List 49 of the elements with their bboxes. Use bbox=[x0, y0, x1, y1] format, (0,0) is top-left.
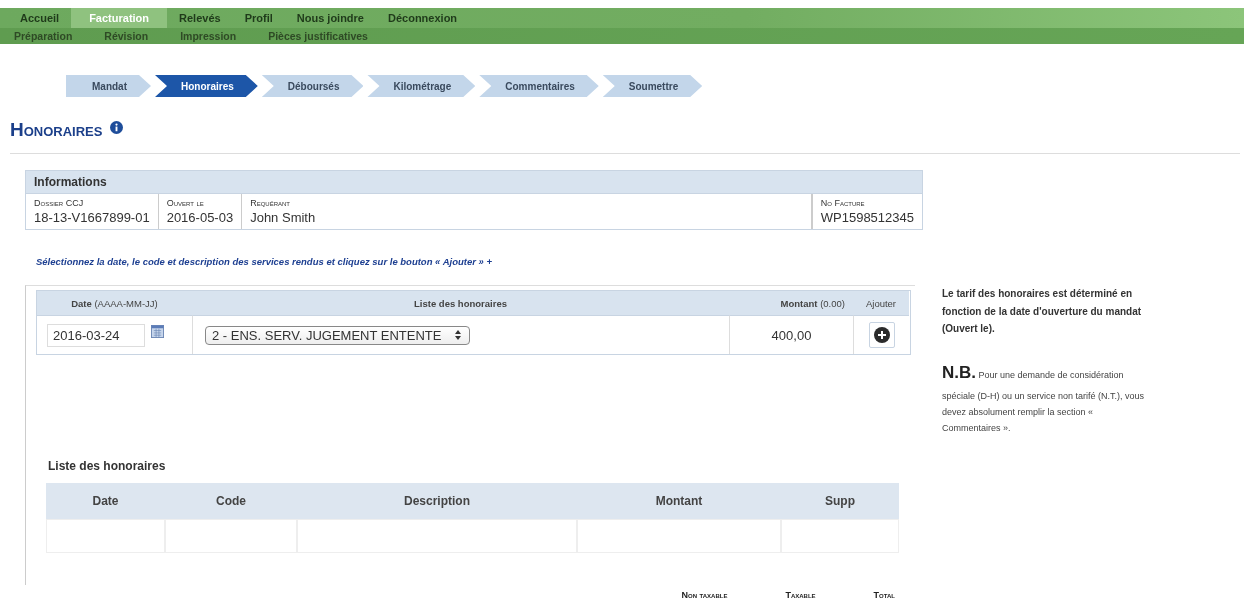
step-tab[interactable]: Déboursés bbox=[261, 75, 364, 97]
instruction-text: Sélectionnez la date, le code et description des services rendus et cliquez sur le bouton « Ajouter » + bbox=[36, 256, 494, 267]
sub-nav-tab[interactable]: Impression bbox=[180, 28, 237, 44]
field-label: Requérant bbox=[250, 198, 291, 208]
fee-dropdown[interactable]: 2 - ENS. SERV. JUGEMENT ENTENTE bbox=[205, 325, 471, 345]
field-label: No Facture bbox=[820, 198, 866, 208]
info-icon[interactable] bbox=[110, 120, 124, 134]
step-tab[interactable]: Commentaires bbox=[479, 75, 599, 97]
field-value: WP1598512345 bbox=[820, 210, 914, 225]
column-header: Ajouter bbox=[865, 297, 897, 309]
step-tab[interactable]: Mandat bbox=[66, 75, 151, 97]
sub-nav-tab[interactable]: Révision bbox=[104, 28, 149, 44]
column-header: Code bbox=[165, 483, 297, 519]
sub-nav-tab[interactable]: Pièces justificatives bbox=[268, 28, 368, 44]
nav-tab[interactable]: Déconnexion bbox=[376, 8, 470, 28]
column-header: Date (AAAA-MM-JJ) bbox=[71, 297, 158, 309]
panel-header: Informations bbox=[26, 171, 922, 193]
nav-tab[interactable]: Nous joindre bbox=[284, 8, 376, 28]
section-title: Liste des honoraires bbox=[48, 459, 167, 473]
date-field[interactable]: 2016-03-24 bbox=[47, 323, 145, 347]
nav-tab[interactable]: Accueil bbox=[8, 8, 72, 28]
step-tab[interactable]: Honoraires bbox=[155, 75, 258, 97]
field-value: John Smith bbox=[250, 210, 317, 225]
page-title: Honoraires bbox=[10, 119, 103, 141]
sub-nav-tab[interactable]: Préparation bbox=[14, 28, 73, 44]
field-label: Dossier CCJ bbox=[34, 198, 85, 208]
nav-tab[interactable]: Profil bbox=[232, 8, 285, 28]
column-header: Date bbox=[46, 483, 165, 519]
field-value: 2016-05-03 bbox=[166, 210, 234, 225]
dropdown-arrows-icon bbox=[455, 330, 462, 340]
add-button[interactable] bbox=[868, 322, 895, 348]
column-header: Description bbox=[297, 483, 577, 519]
column-header: Montant bbox=[577, 483, 781, 519]
field-value: 18-13-V1667899-01 bbox=[34, 210, 150, 225]
note-text: N.B.Pour une demande de considération spéciale (D-H) ou un service non tarifé (N.T.), vous devez absolument remplir la section « Commentaires ». bbox=[942, 361, 1146, 436]
total-label: Taxable bbox=[785, 590, 816, 600]
amount-value: 400,00 bbox=[771, 327, 812, 343]
column-header: Supp bbox=[781, 483, 899, 519]
step-tab[interactable]: Soumettre bbox=[602, 75, 703, 97]
field-label: Ouvert le bbox=[166, 198, 205, 208]
step-tab[interactable]: Kilométrage bbox=[367, 75, 476, 97]
plus-circle-icon bbox=[873, 327, 890, 343]
column-header: Montant (0.00) bbox=[780, 297, 845, 309]
total-label: Non taxable bbox=[681, 590, 728, 600]
total-label: Total bbox=[873, 590, 895, 600]
calendar-icon[interactable] bbox=[151, 324, 164, 338]
note-text: Le tarif des honoraires est déterminé en fonction de la date d'ouverture du mandat (Ouvert le). bbox=[942, 287, 1143, 336]
column-header: Liste des honoraires bbox=[414, 297, 507, 309]
nav-tab[interactable]: Relevés bbox=[167, 8, 233, 28]
